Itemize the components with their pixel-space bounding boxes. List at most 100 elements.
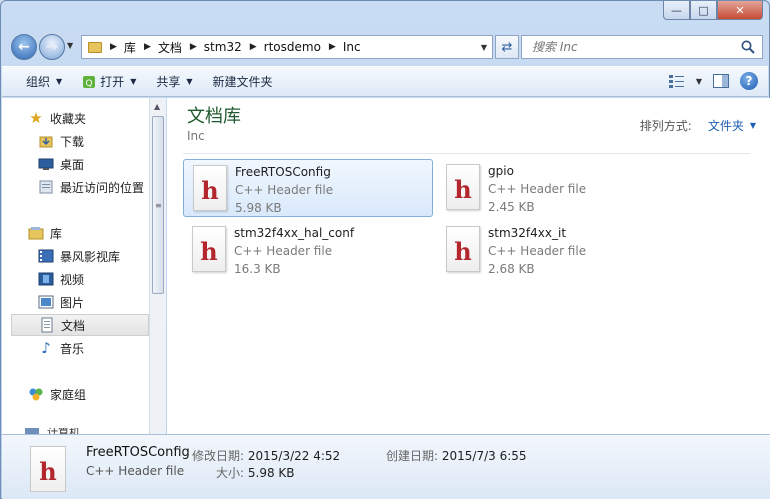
file-tile-freertosconfig[interactable]: h FreeRTOSConfig C++ Header file 5.98 KB (183, 159, 433, 217)
file-name: stm32f4xx_hal_conf (234, 226, 355, 240)
file-tile-gpio[interactable]: h gpio C++ Header file 2.45 KB (437, 159, 687, 217)
nav-item-label: 最近访问的位置 (60, 180, 145, 195)
forward-button[interactable]: → (39, 34, 65, 60)
maximize-button[interactable]: □ (690, 1, 717, 20)
chevron-right-icon[interactable]: ▶ (190, 42, 197, 52)
scrollbar-thumb[interactable]: ≡ (152, 116, 164, 294)
grip-icon: ≡ (155, 201, 162, 210)
address-bar[interactable]: ▶ 库 ▶ 文档 ▶ stm32 ▶ rtosdemo ▶ Inc ▼ (81, 35, 493, 59)
file-name: stm32f4xx_it (488, 226, 567, 240)
nav-item-desktop[interactable]: 桌面 (38, 153, 84, 175)
new-folder-label: 新建文件夹 (212, 75, 273, 89)
homegroup-icon (28, 386, 44, 402)
details-pane: h FreeRTOSConfig C++ Header file 修改日期: 2… (2, 434, 770, 499)
search-box[interactable] (521, 35, 763, 59)
chevron-right-icon[interactable]: ▶ (329, 42, 336, 52)
organize-button[interactable]: 组织 ▼ (2, 67, 72, 96)
share-button[interactable]: 共享 ▼ (146, 67, 202, 96)
header-file-icon: h (30, 446, 66, 492)
back-button[interactable]: ← (11, 34, 37, 60)
chevron-down-icon: ▼ (130, 77, 137, 86)
nav-item-label: 图片 (60, 295, 85, 310)
chevron-down-icon[interactable]: ▼ (750, 121, 756, 130)
nav-item-label: 桌面 (60, 157, 85, 172)
arrange-by: 排列方式: 文件夹 ▼ (640, 117, 756, 134)
nav-item-label: 文档 (61, 318, 86, 333)
refresh-button[interactable]: ⇄ (495, 35, 519, 59)
chevron-right-icon[interactable]: ▶ (144, 42, 151, 52)
breadcrumb-item-library[interactable]: 库 (124, 39, 136, 56)
file-name: FreeRTOSConfig (235, 165, 331, 179)
maximize-icon: □ (698, 3, 709, 17)
file-type: C++ Header file (235, 183, 334, 197)
minimize-icon: — (671, 3, 682, 17)
arrange-by-dropdown[interactable]: 文件夹 (708, 117, 744, 134)
header-file-icon: h (192, 226, 226, 272)
nav-item-pictures[interactable]: 图片 (38, 291, 84, 313)
file-tile-stm32f4xx-hal-conf[interactable]: h stm32f4xx_hal_conf C++ Header file 16.… (183, 221, 433, 279)
file-size: 5.98 KB (235, 201, 282, 215)
nav-item-documents[interactable]: 文档 (11, 314, 149, 336)
video-library-icon (38, 248, 54, 264)
star-icon: ★ (29, 109, 43, 127)
nav-scrollbar[interactable]: ▲ ≡ (149, 98, 166, 434)
nav-favorites-label: 收藏夹 (50, 111, 87, 126)
header-file-icon: h (446, 164, 480, 210)
breadcrumb-item-rtosdemo[interactable]: rtosdemo (264, 40, 321, 54)
file-tile-stm32f4xx-it[interactable]: h stm32f4xx_it C++ Header file 2.68 KB (437, 221, 687, 279)
details-file-type: C++ Header file (86, 464, 185, 478)
nav-libraries[interactable]: 库 (28, 222, 62, 244)
size-label: 大小: (216, 466, 245, 480)
nav-item-recent-places[interactable]: 最近访问的位置 (38, 176, 144, 198)
nav-item-music[interactable]: ♪ 音乐 (38, 337, 84, 359)
change-view-icon[interactable] (668, 73, 686, 89)
scroll-up-icon[interactable]: ▲ (154, 102, 160, 111)
nav-item-label: 暴风影视库 (60, 249, 121, 264)
open-button[interactable]: Q 打开 ▼ (72, 67, 146, 96)
created-label: 创建日期: (386, 449, 439, 463)
header-file-icon: h (446, 226, 480, 272)
nav-item-baofeng[interactable]: 暴风影视库 (38, 245, 120, 267)
command-bar: 组织 ▼ Q 打开 ▼ 共享 ▼ 新建文件夹 ▼ ? (2, 66, 768, 97)
breadcrumb-item-stm32[interactable]: stm32 (204, 40, 242, 54)
nav-favorites[interactable]: ★ 收藏夹 (28, 107, 86, 129)
preview-pane-icon[interactable] (712, 73, 730, 89)
file-size: 2.68 KB (488, 262, 535, 276)
new-folder-button[interactable]: 新建文件夹 (203, 67, 283, 96)
search-input[interactable] (530, 39, 730, 55)
chevron-right-icon[interactable]: ▶ (110, 42, 117, 52)
nav-item-label: 视频 (60, 272, 85, 287)
explorer-window: — □ ✕ ← → ▼ ▶ 库 ▶ 文档 ▶ stm32 ▶ rtosdemo … (0, 0, 770, 499)
search-icon[interactable] (740, 39, 756, 55)
chevron-down-icon: ▼ (56, 77, 63, 86)
breadcrumb-item-inc[interactable]: Inc (343, 40, 361, 54)
caption-buttons: — □ ✕ (663, 1, 763, 20)
nav-homegroup[interactable]: 家庭组 (28, 383, 86, 405)
file-name: gpio (488, 164, 514, 178)
help-icon[interactable]: ? (740, 72, 758, 90)
divider (183, 153, 750, 154)
music-icon: ♪ (41, 339, 51, 357)
minimize-button[interactable]: — (663, 1, 690, 20)
details-size: 大小: 5.98 KB (216, 464, 295, 481)
video-icon (38, 271, 54, 287)
breadcrumb: ▶ 库 ▶ 文档 ▶ stm32 ▶ rtosdemo ▶ Inc (102, 36, 361, 58)
nav-item-videos[interactable]: 视频 (38, 268, 84, 290)
recent-places-icon (38, 179, 54, 195)
arrow-left-icon: ← (18, 39, 30, 55)
library-subtitle: Inc (187, 129, 205, 143)
nav-item-label: 音乐 (60, 341, 85, 356)
close-button[interactable]: ✕ (717, 1, 763, 20)
chevron-down-icon: ▼ (186, 77, 193, 86)
open-label: 打开 (100, 75, 125, 89)
view-dropdown-arrow[interactable]: ▼ (696, 77, 702, 86)
address-history-dropdown[interactable]: ▼ (476, 36, 492, 58)
close-icon: ✕ (735, 3, 745, 17)
library-title: 文档库 (187, 106, 241, 127)
nav-item-downloads[interactable]: 下载 (38, 130, 84, 152)
recent-pages-dropdown[interactable]: ▼ (67, 41, 73, 50)
details-modified: 修改日期: 2015/3/22 4:52 (192, 447, 340, 464)
breadcrumb-item-documents[interactable]: 文档 (158, 39, 182, 56)
file-type: C++ Header file (234, 244, 333, 258)
chevron-right-icon[interactable]: ▶ (250, 42, 257, 52)
